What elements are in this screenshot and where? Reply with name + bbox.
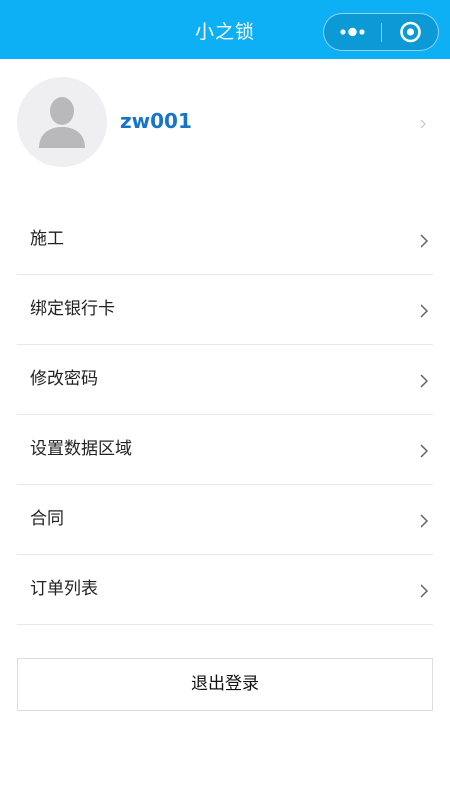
menu-item-label: 设置数据区域 <box>30 439 132 459</box>
menu-item-construction[interactable]: 施工 <box>17 205 433 275</box>
chevron-right-icon <box>420 374 429 388</box>
target-circle-icon <box>400 21 421 43</box>
menu-item-data-region[interactable]: 设置数据区域 <box>17 415 433 485</box>
nav-bar: 小之锁 <box>0 0 450 59</box>
menu-list: 施工 绑定银行卡 修改密码 设置数据区域 合同 订单列表 <box>17 205 433 625</box>
menu-item-label: 施工 <box>30 229 64 249</box>
menu-item-label: 绑定银行卡 <box>30 299 115 319</box>
chevron-right-icon <box>420 119 426 129</box>
profile-section[interactable]: zw001 <box>0 59 450 189</box>
menu-item-change-password[interactable]: 修改密码 <box>17 345 433 415</box>
menu-item-label: 订单列表 <box>30 579 98 599</box>
more-dots-icon <box>340 27 365 37</box>
chevron-right-icon <box>420 234 429 248</box>
menu-item-order-list[interactable]: 订单列表 <box>17 555 433 625</box>
username: zw001 <box>120 109 192 133</box>
chevron-right-icon <box>420 584 429 598</box>
menu-item-bind-bank-card[interactable]: 绑定银行卡 <box>17 275 433 345</box>
avatar <box>17 77 107 167</box>
menu-capsule <box>323 13 439 51</box>
close-button[interactable] <box>382 14 439 50</box>
chevron-right-icon <box>420 304 429 318</box>
menu-item-label: 合同 <box>30 509 64 529</box>
more-button[interactable] <box>324 14 381 50</box>
logout-button[interactable]: 退出登录 <box>17 658 433 711</box>
chevron-right-icon <box>420 444 429 458</box>
chevron-right-icon <box>420 514 429 528</box>
menu-item-label: 修改密码 <box>30 369 98 389</box>
default-avatar-icon <box>39 97 85 148</box>
menu-item-contract[interactable]: 合同 <box>17 485 433 555</box>
